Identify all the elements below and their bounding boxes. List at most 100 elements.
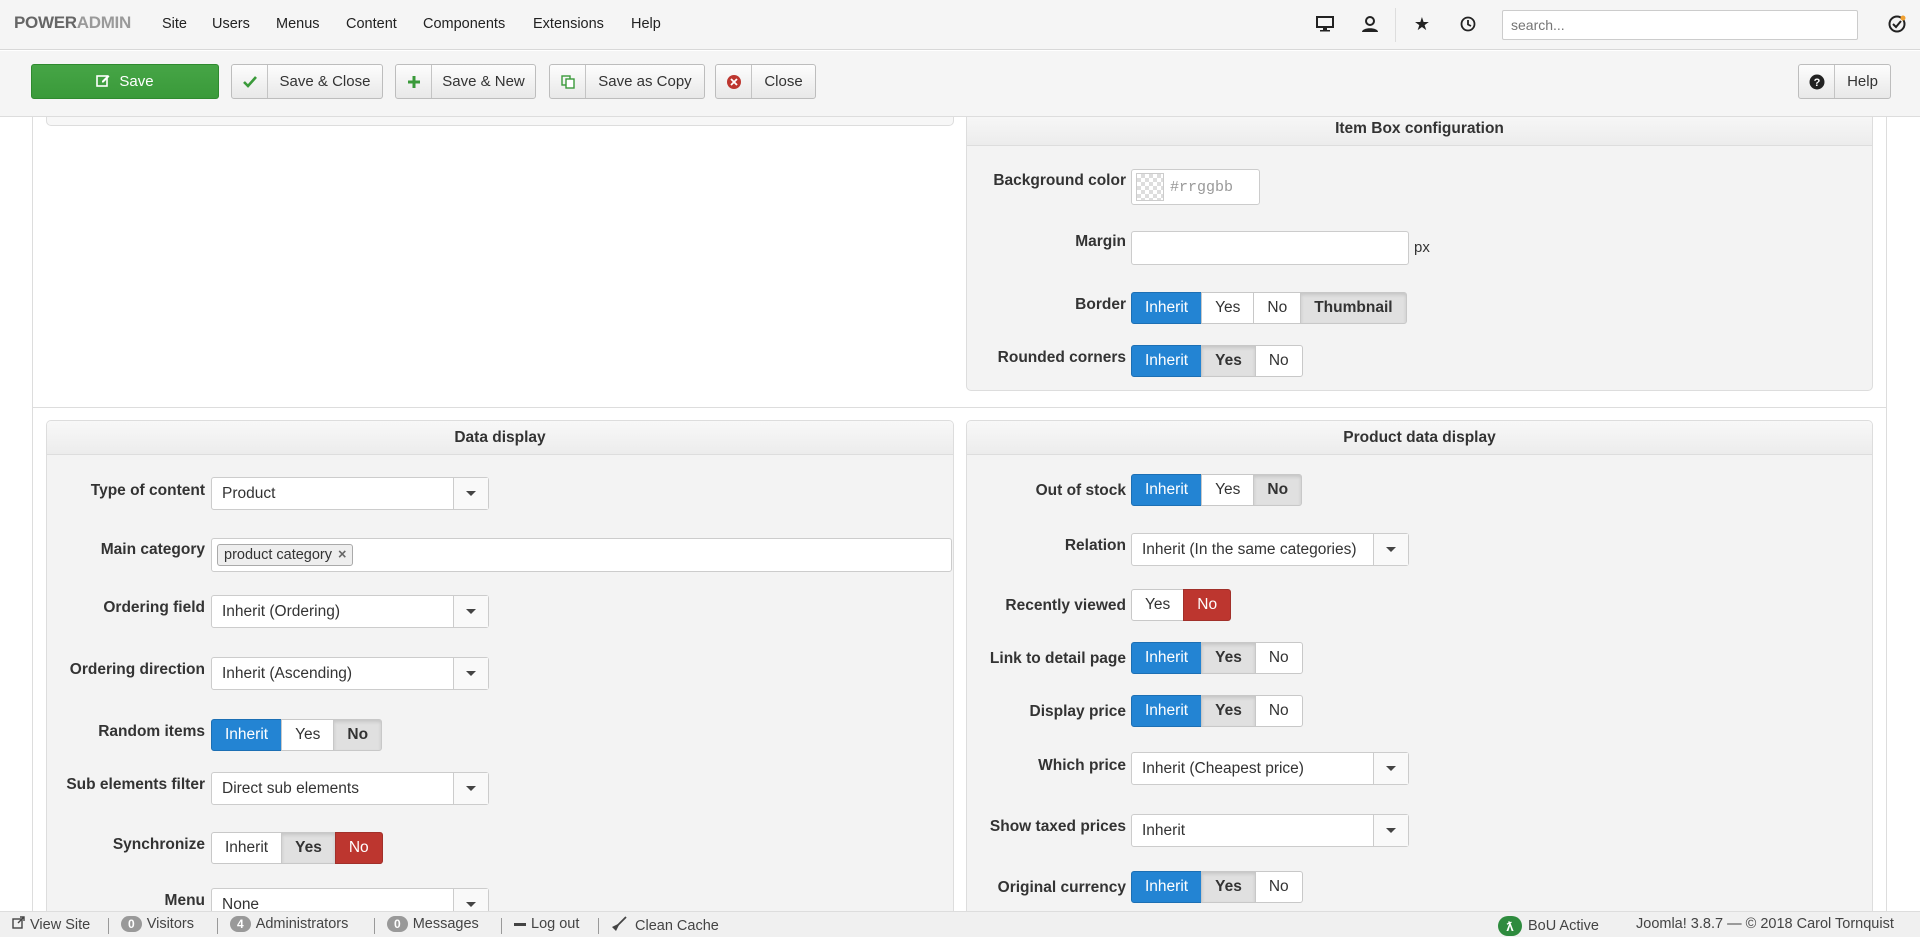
help-label: Help bbox=[1847, 73, 1878, 90]
sync-inherit[interactable]: Inherit bbox=[211, 832, 283, 864]
background-color-placeholder: #rrggbb bbox=[1170, 178, 1234, 196]
sub-elements-filter-label: Sub elements filter bbox=[66, 776, 205, 793]
app-logo[interactable]: POWERADMIN bbox=[14, 13, 131, 33]
sub-elements-filter-select[interactable]: Direct sub elements bbox=[211, 772, 489, 805]
border-thumbnail[interactable]: Thumbnail bbox=[1300, 292, 1407, 324]
main-category-field[interactable]: product category × bbox=[211, 538, 952, 572]
display-price-label: Display price bbox=[1029, 703, 1127, 720]
link-yes[interactable]: Yes bbox=[1201, 642, 1256, 674]
edit-icon bbox=[96, 73, 110, 91]
close-button[interactable]: Close bbox=[715, 64, 816, 99]
type-of-content-select[interactable]: Product bbox=[211, 477, 489, 510]
recently-yes[interactable]: Yes bbox=[1131, 589, 1185, 621]
ordering-field-label: Ordering field bbox=[103, 599, 205, 616]
sync-no[interactable]: No bbox=[334, 832, 383, 864]
nav-content[interactable]: Content bbox=[346, 16, 397, 32]
visitors-link[interactable]: 0 Visitors bbox=[121, 916, 194, 932]
stock-no[interactable]: No bbox=[1253, 474, 1303, 506]
bou-icon: ƛ bbox=[1498, 916, 1522, 936]
border-no[interactable]: No bbox=[1253, 292, 1302, 324]
background-color-field[interactable]: #rrggbb bbox=[1131, 169, 1260, 205]
which-price-select[interactable]: Inherit (Cheapest price) bbox=[1131, 752, 1409, 785]
nav-extensions[interactable]: Extensions bbox=[533, 16, 604, 32]
ordering-field-value: Inherit (Ordering) bbox=[222, 602, 341, 620]
messages-label: Messages bbox=[412, 916, 479, 932]
random-items-toggle-group: Inherit Yes No bbox=[211, 719, 383, 751]
border-label: Border bbox=[1075, 296, 1126, 313]
nav-users[interactable]: Users bbox=[212, 16, 250, 32]
save-button[interactable]: Save bbox=[31, 64, 219, 99]
rounded-corners-toggle-group: Inherit Yes No bbox=[1131, 345, 1303, 377]
ordering-field-select[interactable]: Inherit (Ordering) bbox=[211, 595, 489, 628]
star-icon[interactable]: ★ bbox=[1411, 13, 1433, 35]
ordering-direction-select[interactable]: Inherit (Ascending) bbox=[211, 657, 489, 690]
background-color-label: Background color bbox=[993, 172, 1126, 189]
bou-label: BoU Active bbox=[1528, 918, 1599, 934]
price-no[interactable]: No bbox=[1254, 695, 1303, 727]
rounded-yes[interactable]: Yes bbox=[1201, 345, 1256, 377]
nav-site[interactable]: Site bbox=[162, 16, 187, 32]
plus-icon bbox=[396, 65, 432, 98]
monitor-icon[interactable] bbox=[1314, 13, 1336, 35]
chevron-down-icon bbox=[1373, 534, 1408, 565]
menu-select[interactable]: None bbox=[211, 888, 489, 911]
clean-cache-link[interactable]: Clean Cache bbox=[611, 916, 719, 936]
rounded-inherit[interactable]: Inherit bbox=[1131, 345, 1203, 377]
show-taxed-select[interactable]: Inherit bbox=[1131, 814, 1409, 847]
administrators-link[interactable]: 4 Administrators bbox=[230, 916, 348, 932]
help-button[interactable]: ? Help bbox=[1798, 64, 1891, 99]
broom-icon bbox=[611, 916, 627, 936]
nav-help[interactable]: Help bbox=[631, 16, 661, 32]
link-inherit[interactable]: Inherit bbox=[1131, 642, 1203, 674]
random-yes[interactable]: Yes bbox=[281, 719, 335, 751]
stock-yes[interactable]: Yes bbox=[1201, 474, 1255, 506]
relation-select[interactable]: Inherit (In the same categories) bbox=[1131, 533, 1409, 566]
random-no[interactable]: No bbox=[333, 719, 383, 751]
currency-inherit[interactable]: Inherit bbox=[1131, 871, 1203, 903]
nav-menus[interactable]: Menus bbox=[276, 16, 320, 32]
category-tag-label: product category bbox=[224, 547, 333, 563]
menu-label: Menu bbox=[164, 892, 205, 909]
copy-icon bbox=[550, 65, 586, 98]
bou-status[interactable]: ƛ BoU Active bbox=[1498, 916, 1599, 936]
sync-yes[interactable]: Yes bbox=[281, 832, 336, 864]
link-no[interactable]: No bbox=[1254, 642, 1303, 674]
sub-elements-filter-value: Direct sub elements bbox=[222, 779, 359, 797]
type-of-content-value: Product bbox=[222, 484, 276, 502]
search-input[interactable] bbox=[1502, 10, 1858, 40]
original-currency-label: Original currency bbox=[997, 879, 1126, 896]
user-icon[interactable] bbox=[1359, 13, 1381, 35]
rounded-no[interactable]: No bbox=[1254, 345, 1303, 377]
view-site-link[interactable]: View Site bbox=[12, 916, 90, 933]
save-new-button[interactable]: Save & New bbox=[395, 64, 536, 99]
transparent-swatch-icon bbox=[1136, 173, 1164, 201]
currency-yes[interactable]: Yes bbox=[1201, 871, 1256, 903]
type-of-content-label: Type of content bbox=[90, 482, 205, 499]
chevron-down-icon bbox=[453, 658, 488, 689]
chevron-down-icon bbox=[453, 478, 488, 509]
view-site-label: View Site bbox=[30, 916, 91, 933]
remove-tag-icon[interactable]: × bbox=[338, 547, 346, 563]
logout-link[interactable]: Log out bbox=[514, 916, 579, 932]
random-inherit[interactable]: Inherit bbox=[211, 719, 283, 751]
margin-unit: px bbox=[1414, 239, 1430, 256]
save-copy-button[interactable]: Save as Copy bbox=[549, 64, 705, 99]
clock-icon[interactable] bbox=[1457, 13, 1479, 35]
price-inherit[interactable]: Inherit bbox=[1131, 695, 1203, 727]
recently-no[interactable]: No bbox=[1183, 589, 1232, 621]
border-inherit[interactable]: Inherit bbox=[1131, 292, 1203, 324]
recently-viewed-toggle-group: Yes No bbox=[1131, 589, 1232, 621]
chevron-down-icon bbox=[453, 889, 488, 911]
status-check-icon[interactable] bbox=[1886, 13, 1908, 35]
margin-input[interactable] bbox=[1131, 231, 1409, 265]
messages-link[interactable]: 0 Messages bbox=[387, 916, 479, 932]
nav-components[interactable]: Components bbox=[423, 16, 505, 32]
stock-inherit[interactable]: Inherit bbox=[1131, 474, 1203, 506]
border-yes[interactable]: Yes bbox=[1201, 292, 1255, 324]
save-close-button[interactable]: Save & Close bbox=[231, 64, 383, 99]
previous-panel bbox=[46, 117, 954, 126]
show-taxed-value: Inherit bbox=[1142, 821, 1186, 839]
chevron-down-icon bbox=[1373, 815, 1408, 846]
currency-no[interactable]: No bbox=[1254, 871, 1303, 903]
price-yes[interactable]: Yes bbox=[1201, 695, 1256, 727]
